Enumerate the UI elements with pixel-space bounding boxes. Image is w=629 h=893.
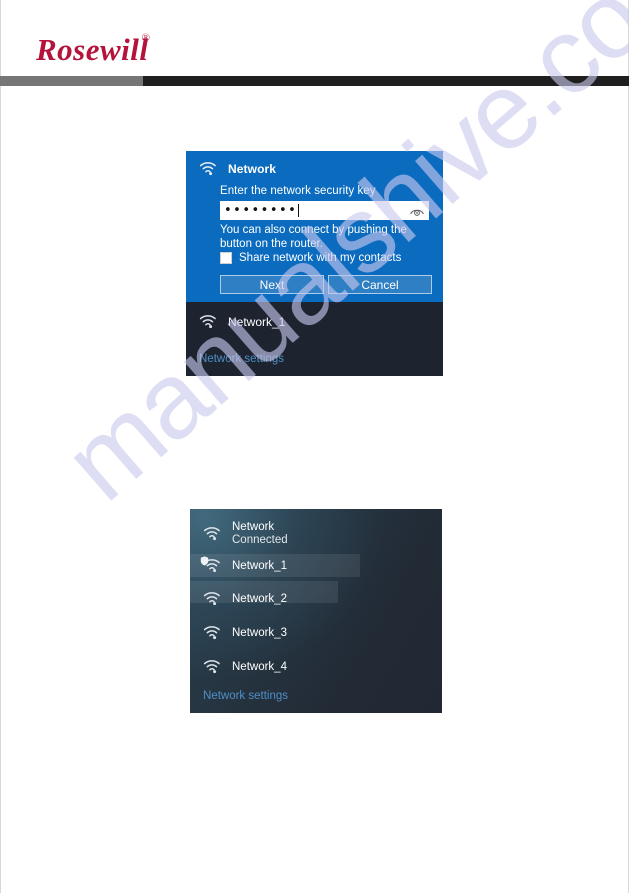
security-key-input[interactable]: •••••••• (220, 201, 429, 220)
wifi-icon (199, 161, 218, 176)
network-entry-text: Network_1 (232, 560, 287, 573)
push-button-hint: You can also connect by pushing the butt… (220, 224, 407, 250)
network-security-dialog: Network Enter the network security key •… (186, 151, 443, 376)
network-name: Network_3 (232, 626, 287, 639)
wifi-icon (203, 625, 221, 641)
share-network-row[interactable]: Share network with my contacts (220, 252, 401, 264)
wifi-icon (200, 556, 221, 574)
network-list-flyout: Network Connected Network_1 Network_2 Ne… (190, 509, 442, 713)
network-entry-text: Network_2 (232, 593, 287, 606)
network-entry-text: Network_3 (232, 627, 287, 640)
network-name: Network_4 (232, 660, 287, 673)
network-status: Connected (232, 534, 288, 546)
network-settings-link[interactable]: Network settings (203, 690, 288, 702)
list-item[interactable]: Network Connected (203, 521, 288, 547)
wifi-icon (203, 591, 221, 607)
eye-icon[interactable] (410, 205, 424, 223)
security-dialog-footer: Network_1 Network settings (186, 302, 443, 376)
network-name: Network_1 (228, 314, 286, 329)
network-name: Network_2 (232, 592, 287, 605)
list-item[interactable]: Network_2 (203, 591, 287, 607)
wifi-icon (203, 526, 221, 542)
password-masked-value: •••••••• (224, 203, 298, 218)
list-item[interactable]: Network_3 (203, 625, 287, 641)
share-network-label: Share network with my contacts (239, 252, 402, 264)
network-entry-text: Network_4 (232, 661, 287, 674)
security-key-prompt: Enter the network security key (220, 185, 376, 197)
dialog-header: Network (199, 161, 276, 176)
next-button[interactable]: Next (220, 275, 324, 294)
shield-icon (200, 553, 209, 571)
network-name: Network_1 (232, 559, 287, 572)
header-rule-dark (143, 76, 629, 86)
logo-wordmark: Rosewill (36, 32, 149, 67)
registered-trademark-icon: ® (141, 32, 150, 44)
security-dialog-body: Network Enter the network security key •… (186, 151, 443, 302)
header-rule-gray (0, 76, 143, 86)
rosewill-logo: Rosewill ® (36, 30, 156, 76)
page-left-border (0, 0, 1, 893)
network-name: Network (232, 521, 275, 533)
text-caret (298, 204, 300, 217)
cancel-button[interactable]: Cancel (328, 275, 432, 294)
wifi-icon (199, 314, 218, 329)
page-header: Rosewill ® (0, 0, 629, 90)
network-settings-link[interactable]: Network settings (199, 353, 284, 365)
watermark-overlay: manualshive.com (0, 0, 629, 893)
share-network-checkbox[interactable] (220, 252, 232, 264)
list-item[interactable]: Network_1 (200, 556, 287, 574)
list-item[interactable]: Network_1 (199, 314, 285, 329)
dialog-title: Network (228, 161, 277, 176)
list-item[interactable]: Network_4 (203, 659, 287, 675)
network-entry-text: Network Connected (232, 521, 288, 547)
dialog-button-row: Next Cancel (220, 275, 432, 294)
wifi-icon (203, 659, 221, 675)
page-canvas: Rosewill ® Network Enter the network sec… (0, 0, 629, 893)
